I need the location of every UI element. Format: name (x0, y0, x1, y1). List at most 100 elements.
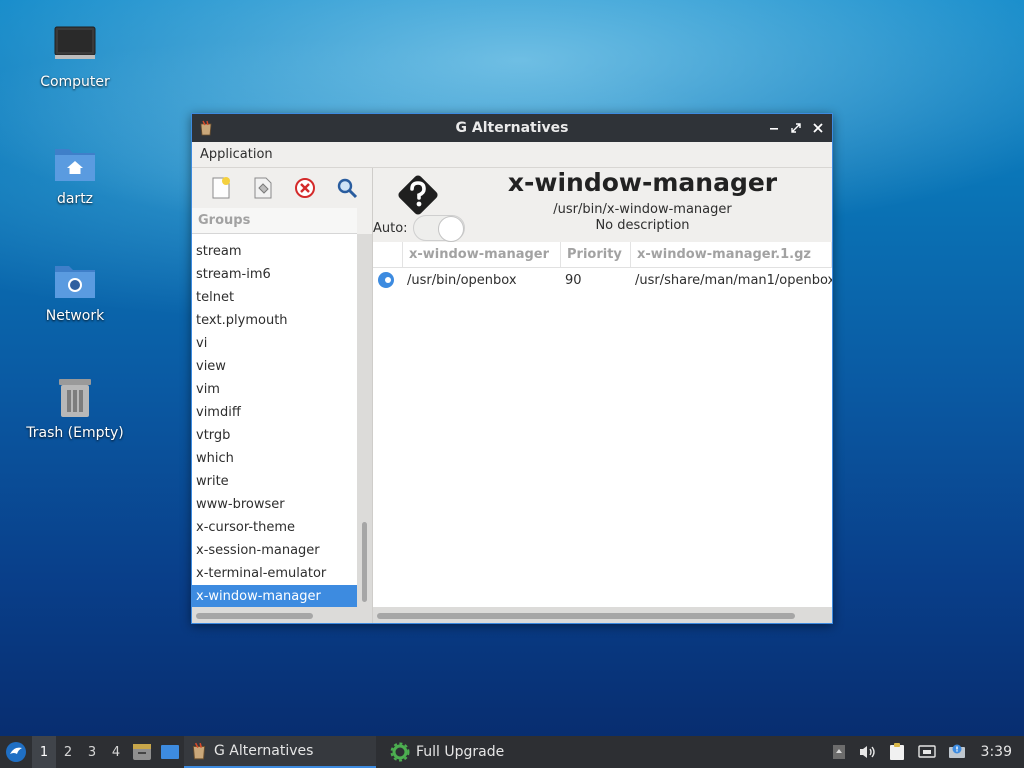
group-item[interactable]: vi (192, 332, 357, 355)
groups-pane: Groups stream stream-im6 telnet text.ply… (192, 168, 372, 623)
column-header-slave[interactable]: x-window-manager.1.gz (631, 242, 832, 267)
alternative-link: /usr/bin/x-window-manager (553, 202, 732, 217)
group-item-selected[interactable]: x-window-manager (192, 585, 357, 607)
alternative-pane: x-window-manager /usr/bin/x-window-manag… (373, 168, 832, 623)
group-item[interactable]: view (192, 355, 357, 378)
column-header-path[interactable]: x-window-manager (403, 242, 561, 267)
table-header: x-window-manager Priority x-window-manag… (373, 242, 832, 268)
groups-vertical-scrollbar[interactable] (357, 234, 372, 607)
lubuntu-logo-icon (6, 742, 26, 762)
update-notification-icon (948, 744, 965, 758)
workspace-1[interactable]: 1 (32, 736, 56, 768)
workspace-3[interactable]: 3 (80, 736, 104, 768)
trash-icon (51, 373, 99, 421)
alternative-header: x-window-manager /usr/bin/x-window-manag… (373, 168, 832, 242)
search-button[interactable] (326, 172, 368, 204)
close-button[interactable] (810, 120, 826, 136)
groups-list[interactable]: stream stream-im6 telnet text.plymouth v… (192, 234, 357, 607)
gear-icon (390, 742, 410, 762)
option-path: /usr/bin/openbox (407, 272, 517, 288)
maximize-icon (791, 123, 801, 133)
minimize-icon (770, 128, 778, 130)
menu-application[interactable]: Application (200, 147, 273, 162)
option-priority: 90 (565, 272, 582, 288)
file-manager-icon (133, 744, 151, 760)
groups-column-header[interactable]: Groups (192, 208, 357, 234)
option-slave: /usr/share/man/man1/openbox.1.gz (635, 272, 832, 288)
tray-arrow-icon (832, 745, 845, 759)
system-tray: 3:39 (829, 736, 1024, 768)
group-item[interactable]: x-terminal-emulator (192, 562, 357, 585)
start-menu-button[interactable] (0, 736, 32, 768)
option-radio[interactable] (378, 272, 394, 288)
group-item[interactable]: which (192, 447, 357, 470)
speaker-icon (859, 746, 875, 758)
desktop-icon-label: Network (45, 308, 105, 324)
task-label: G Alternatives (214, 743, 314, 759)
add-group-button[interactable] (200, 172, 242, 204)
desktop-icon-trash[interactable]: Trash (Empty) (15, 373, 135, 441)
app-icon (200, 120, 212, 136)
file-manager-launcher[interactable] (128, 736, 156, 768)
document-properties-icon (254, 177, 272, 199)
auto-toggle[interactable] (413, 215, 465, 242)
toolbar (192, 168, 372, 208)
desktop-icon-label: Trash (Empty) (26, 425, 124, 441)
alternative-name: x-window-manager (507, 168, 778, 197)
group-item[interactable]: telnet (192, 286, 357, 309)
group-item[interactable]: stream-im6 (192, 263, 357, 286)
menubar: Application (192, 142, 832, 168)
delete-group-button[interactable] (284, 172, 326, 204)
window-titlebar[interactable]: G Alternatives (192, 114, 832, 142)
network-folder-icon (51, 256, 99, 304)
window-title: G Alternatives (455, 120, 569, 136)
auto-label: Auto: (373, 221, 408, 236)
group-item[interactable]: stream (192, 240, 357, 263)
group-item[interactable]: vtrgb (192, 424, 357, 447)
computer-icon (51, 22, 99, 70)
network-wired-icon (917, 745, 936, 758)
task-label: Full Upgrade (416, 744, 505, 760)
group-item[interactable]: x-cursor-theme (192, 516, 357, 539)
search-icon (337, 178, 358, 199)
alternative-description: No description (595, 218, 690, 233)
maximize-button[interactable] (788, 120, 804, 136)
taskbar: 1 2 3 4 G Alternatives Full Upgrade 3:39 (0, 736, 1024, 768)
group-item[interactable]: vimdiff (192, 401, 357, 424)
tray-toggle-button[interactable] (829, 736, 849, 768)
desktop-icon-network[interactable]: Network (15, 256, 135, 324)
desktop-icon-home[interactable]: dartz (15, 139, 135, 207)
galternatives-window: G Alternatives Application Groups stream… (191, 113, 833, 624)
galternatives-icon (192, 742, 206, 760)
updates-notifier-button[interactable] (945, 736, 969, 768)
table-horizontal-scrollbar[interactable] (373, 607, 832, 623)
properties-button[interactable] (242, 172, 284, 204)
clipboard-icon (889, 743, 904, 760)
column-header-priority[interactable]: Priority (561, 242, 631, 267)
desktop-icon-label: Computer (40, 74, 110, 90)
home-folder-icon (51, 139, 99, 187)
volume-button[interactable] (855, 736, 879, 768)
task-galternatives[interactable]: G Alternatives (184, 736, 376, 768)
unknown-question-icon (398, 175, 438, 215)
minimize-button[interactable] (766, 120, 782, 136)
group-item[interactable]: x-session-manager (192, 539, 357, 562)
clock[interactable]: 3:39 (975, 744, 1020, 760)
clipboard-button[interactable] (885, 736, 909, 768)
task-full-upgrade[interactable]: Full Upgrade (384, 736, 576, 768)
desktop-icon-computer[interactable]: Computer (15, 22, 135, 90)
workspace-4[interactable]: 4 (104, 736, 128, 768)
groups-horizontal-scrollbar[interactable] (192, 607, 372, 623)
new-document-icon (212, 177, 230, 199)
desktop-icon (161, 745, 179, 759)
network-button[interactable] (915, 736, 939, 768)
workspace-2[interactable]: 2 (56, 736, 80, 768)
column-header-select[interactable] (373, 242, 403, 267)
group-item[interactable]: www-browser (192, 493, 357, 516)
group-item[interactable]: write (192, 470, 357, 493)
show-desktop-launcher[interactable] (156, 736, 184, 768)
group-item[interactable]: text.plymouth (192, 309, 357, 332)
delete-icon (295, 178, 315, 198)
group-item[interactable]: vim (192, 378, 357, 401)
table-row[interactable]: /usr/bin/openbox 90 /usr/share/man/man1/… (373, 268, 832, 292)
